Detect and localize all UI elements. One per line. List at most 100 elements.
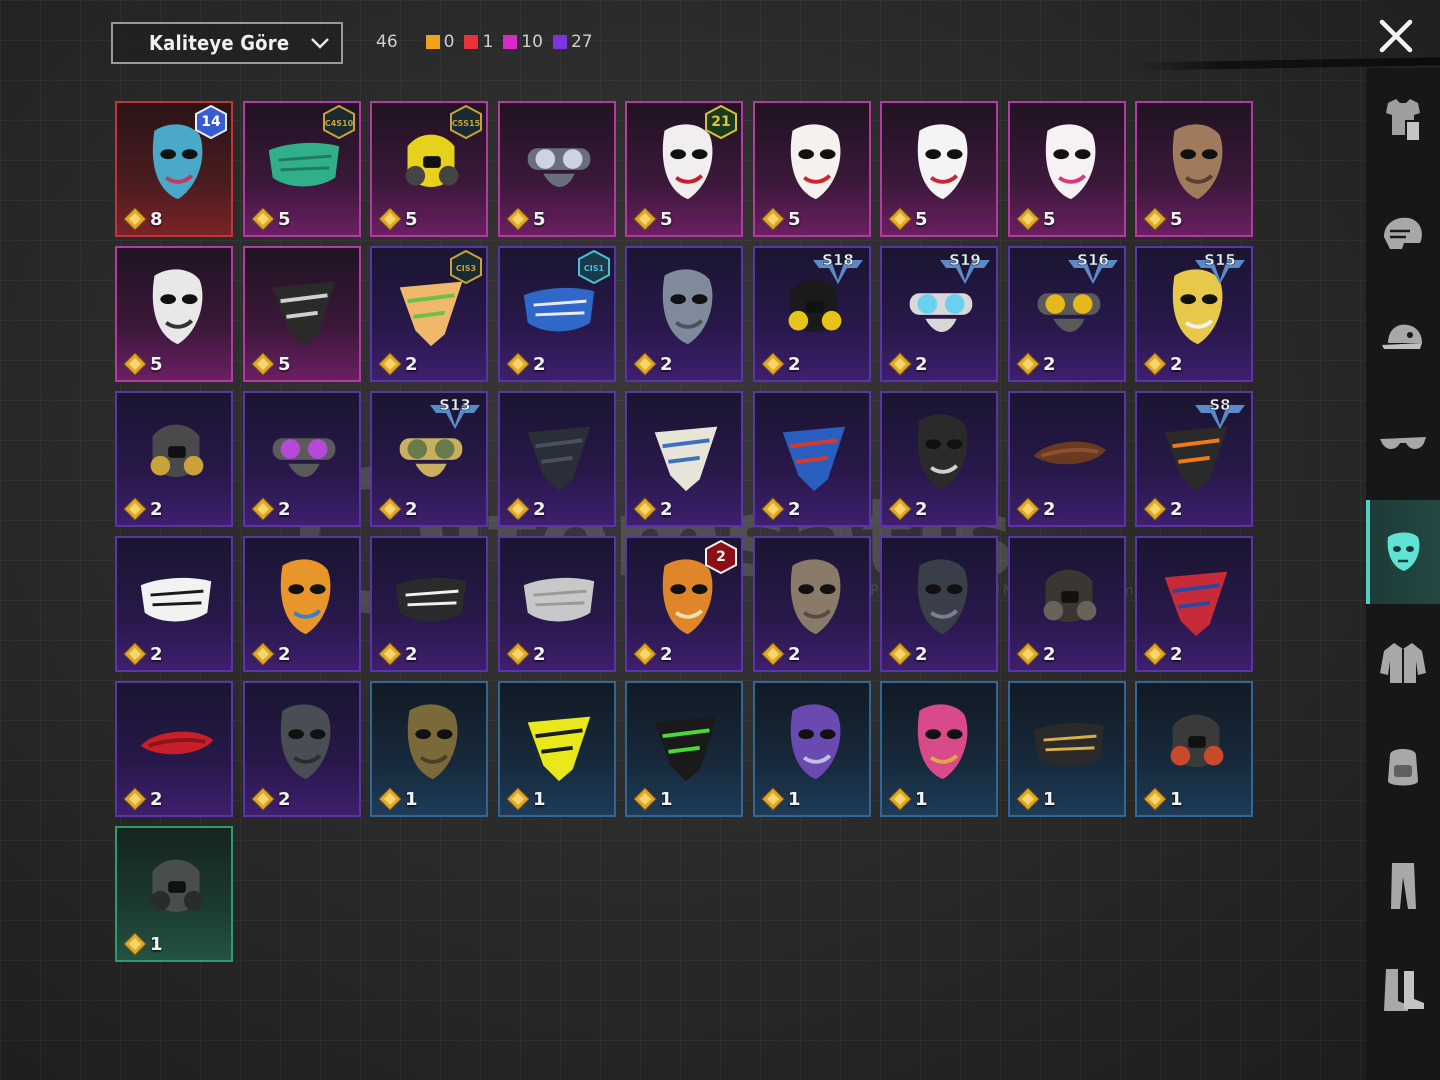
category-helmet[interactable] bbox=[1366, 182, 1440, 286]
item-card[interactable]: S18 2 bbox=[753, 246, 871, 382]
item-card[interactable]: S8 2 bbox=[1135, 391, 1253, 527]
close-icon[interactable] bbox=[1374, 14, 1418, 58]
currency-icon bbox=[888, 787, 912, 811]
item-card[interactable]: 2 bbox=[1008, 536, 1126, 672]
item-card[interactable]: CIS1 2 bbox=[498, 246, 616, 382]
cat-mask-icon bbox=[1045, 124, 1096, 200]
item-card[interactable]: 5 bbox=[1008, 101, 1126, 237]
item-count: 5 bbox=[150, 353, 163, 375]
category-jacket[interactable] bbox=[1366, 610, 1440, 714]
item-card[interactable]: C4S10 5 bbox=[243, 101, 361, 237]
item-card[interactable]: 21 5 bbox=[625, 101, 743, 237]
item-card[interactable]: 14 8 bbox=[115, 101, 233, 237]
item-card[interactable]: 2 bbox=[370, 536, 488, 672]
currency-icon bbox=[1143, 207, 1167, 231]
item-card[interactable]: 5 bbox=[753, 101, 871, 237]
item-card[interactable]: 1 bbox=[625, 681, 743, 817]
item-card[interactable]: 2 bbox=[753, 536, 871, 672]
currency-icon bbox=[633, 642, 657, 666]
item-card[interactable]: S19 2 bbox=[880, 246, 998, 382]
riot-mask-icon bbox=[280, 704, 331, 780]
currency-icon bbox=[888, 207, 912, 231]
badge-label: CIS1 bbox=[584, 264, 605, 273]
item-card[interactable]: 2 bbox=[625, 246, 743, 382]
item-card[interactable]: 2 bbox=[115, 391, 233, 527]
item-card[interactable]: 1 bbox=[1135, 681, 1253, 817]
item-count: 2 bbox=[150, 788, 163, 810]
category-glasses[interactable] bbox=[1366, 390, 1440, 494]
red-scarf-icon bbox=[140, 731, 214, 755]
item-card[interactable]: S13 2 bbox=[370, 391, 488, 527]
item-card[interactable]: 1 bbox=[115, 826, 233, 962]
item-count-row: 2 bbox=[378, 352, 418, 376]
category-shoes[interactable] bbox=[1366, 938, 1440, 1042]
season-badge: S15 bbox=[1193, 250, 1247, 288]
item-count: 5 bbox=[278, 353, 291, 375]
item-card[interactable]: C5S15 5 bbox=[370, 101, 488, 237]
item-card[interactable]: 2 bbox=[880, 391, 998, 527]
item-count-row: 2 bbox=[761, 352, 801, 376]
item-count: 2 bbox=[660, 498, 673, 520]
item-card[interactable]: 2 bbox=[1135, 536, 1253, 672]
item-card[interactable]: 1 bbox=[370, 681, 488, 817]
item-card[interactable]: 2 bbox=[243, 391, 361, 527]
item-card[interactable]: 1 bbox=[1008, 681, 1126, 817]
item-card[interactable]: 1 bbox=[498, 681, 616, 817]
item-card[interactable]: 2 bbox=[753, 391, 871, 527]
item-card[interactable]: 2 bbox=[1008, 391, 1126, 527]
item-card[interactable]: 2 bbox=[625, 391, 743, 527]
item-count-row: 5 bbox=[633, 207, 673, 231]
item-count-row: 2 bbox=[506, 352, 546, 376]
item-count-row: 2 bbox=[251, 642, 291, 666]
season-badge: C4S10 bbox=[323, 104, 355, 143]
currency-icon bbox=[633, 787, 657, 811]
item-count-row: 5 bbox=[251, 207, 291, 231]
season-badge: S18 bbox=[811, 250, 865, 288]
item-card[interactable]: 5 bbox=[115, 246, 233, 382]
category-backpack[interactable] bbox=[1366, 714, 1440, 818]
item-count-row: 2 bbox=[888, 642, 928, 666]
item-card[interactable]: 2 bbox=[243, 536, 361, 672]
item-card[interactable]: 2 bbox=[498, 536, 616, 672]
currency-icon bbox=[888, 352, 912, 376]
currency-icon bbox=[506, 497, 530, 521]
item-count: 2 bbox=[405, 353, 418, 375]
item-count-row: 2 bbox=[506, 497, 546, 521]
item-card[interactable]: 2 bbox=[243, 681, 361, 817]
sort-dropdown[interactable]: Kaliteye Göre bbox=[111, 22, 343, 64]
category-hat[interactable] bbox=[1366, 286, 1440, 390]
currency-icon bbox=[1016, 207, 1040, 231]
item-card[interactable]: 1 bbox=[753, 681, 871, 817]
item-card[interactable]: 5 bbox=[1135, 101, 1253, 237]
chevron-down-icon bbox=[311, 38, 329, 49]
item-card[interactable]: 22 bbox=[625, 536, 743, 672]
item-count: 2 bbox=[660, 353, 673, 375]
item-card[interactable]: 2 bbox=[115, 681, 233, 817]
steel-mask-icon bbox=[662, 269, 713, 345]
item-card[interactable]: 2 bbox=[115, 536, 233, 672]
currency-icon bbox=[251, 787, 275, 811]
outfit-icon bbox=[1386, 99, 1421, 142]
item-card[interactable]: 1 bbox=[880, 681, 998, 817]
item-card[interactable]: 5 bbox=[880, 101, 998, 237]
white-bandana-icon bbox=[654, 426, 718, 492]
item-card[interactable]: S15 2 bbox=[1135, 246, 1253, 382]
category-mask[interactable] bbox=[1366, 500, 1440, 604]
currency-icon bbox=[1143, 352, 1167, 376]
item-count: 2 bbox=[278, 788, 291, 810]
item-count-row: 2 bbox=[761, 642, 801, 666]
category-outfit[interactable] bbox=[1366, 68, 1440, 172]
item-card[interactable]: 5 bbox=[243, 246, 361, 382]
item-count: 1 bbox=[405, 788, 418, 810]
ninja-mask-icon bbox=[917, 414, 968, 490]
currency-icon bbox=[1143, 497, 1167, 521]
item-card[interactable]: 2 bbox=[498, 391, 616, 527]
category-pants[interactable] bbox=[1366, 834, 1440, 938]
item-card[interactable]: CIS3 2 bbox=[370, 246, 488, 382]
item-card[interactable]: 2 bbox=[880, 536, 998, 672]
item-count-row: 2 bbox=[888, 352, 928, 376]
item-card[interactable]: 5 bbox=[498, 101, 616, 237]
season-badge: CIS1 bbox=[578, 249, 610, 288]
item-card[interactable]: S16 2 bbox=[1008, 246, 1126, 382]
rarity-counts: 46 0 1 10 27 bbox=[376, 32, 593, 52]
